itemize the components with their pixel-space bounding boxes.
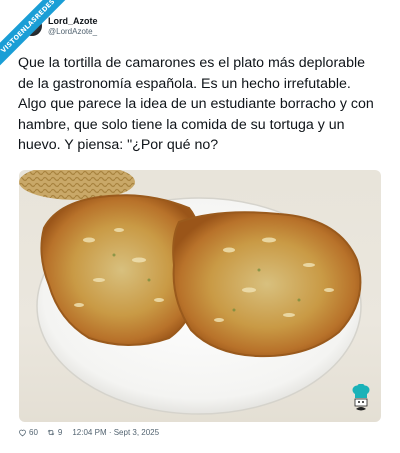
tweet-line: hambre, que solo tiene la comida de su t… <box>18 116 345 133</box>
tweet-text: Que la tortilla de camarones es el plato… <box>18 53 388 156</box>
site-ribbon: VISTOENLASREDES <box>0 0 70 70</box>
tweet-line: huevo. Y piensa: "¿Por qué no? <box>18 137 219 153</box>
retweet-count: 9 <box>57 428 63 437</box>
food-photo-illustration <box>19 170 362 415</box>
chef-logo-icon <box>352 384 370 411</box>
tweet-photo[interactable] <box>19 170 381 422</box>
tweet-line: Que la tortilla de camarones es el plato… <box>18 55 365 71</box>
tweet-line: Algo que parece la idea de un estudiante… <box>18 96 374 112</box>
retweet-stat[interactable]: 9 <box>46 428 62 437</box>
like-stat[interactable]: 60 <box>18 428 38 437</box>
like-count: 60 <box>29 428 38 437</box>
retweet-icon <box>47 429 55 436</box>
heart-icon <box>19 429 26 437</box>
ribbon-label: VISTOENLASREDES <box>0 0 70 70</box>
tweet-footer: 60 9 12:04 PM · Sept 3, 2025 <box>18 428 159 437</box>
fritter-right <box>172 211 362 358</box>
tweet-line: de la gastronomía española. Es un hecho … <box>18 75 351 92</box>
tweet-timestamp[interactable]: 12:04 PM · Sept 3, 2025 <box>72 428 159 437</box>
